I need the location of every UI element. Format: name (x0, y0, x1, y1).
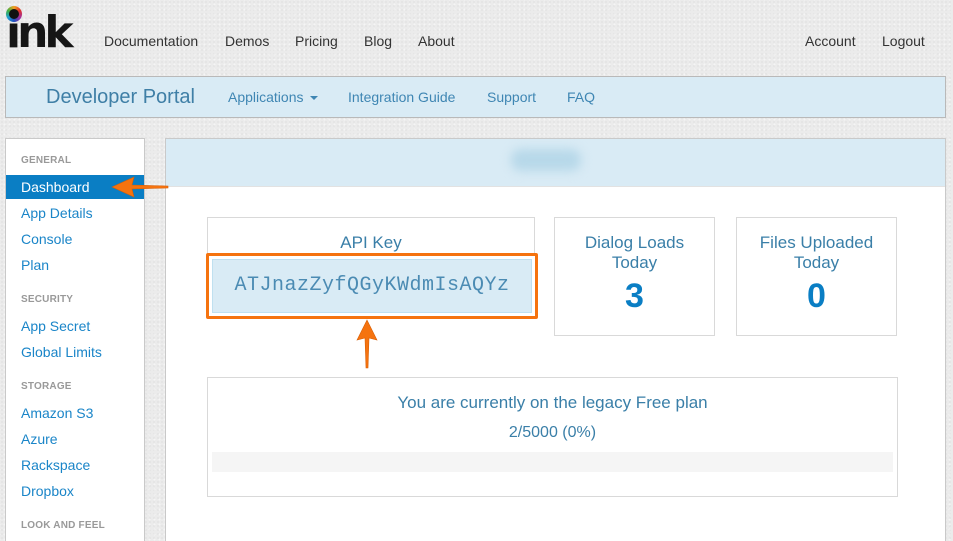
panel-header (166, 139, 945, 187)
dialog-loads-value: 3 (625, 277, 644, 315)
developer-portal-navbar: Developer Portal Applications Integratio… (5, 76, 946, 118)
dialog-loads-card: Dialog Loads Today 3 (554, 217, 715, 336)
subnav-applications-dropdown[interactable]: Applications (228, 89, 318, 105)
sidebar-item-azure[interactable]: Azure (6, 427, 144, 451)
sidebar-section-general: GENERAL (21, 155, 72, 166)
nav-pricing[interactable]: Pricing (295, 33, 338, 49)
dialog-loads-label-line2: Today (611, 253, 658, 272)
redacted-app-title (511, 149, 581, 171)
ink-logo[interactable]: ink (6, 6, 74, 58)
nav-demos[interactable]: Demos (225, 33, 269, 49)
files-uploaded-card: Files Uploaded Today 0 (736, 217, 897, 336)
nav-blog[interactable]: Blog (364, 33, 392, 49)
sidebar-item-plan[interactable]: Plan (6, 253, 144, 277)
sidebar-section-look-and-feel: LOOK AND FEEL (21, 520, 105, 531)
plan-usage-card: You are currently on the legacy Free pla… (207, 377, 898, 497)
subnav-faq[interactable]: FAQ (567, 89, 595, 105)
caret-down-icon (309, 96, 318, 101)
api-key-label: API Key (340, 233, 402, 252)
sidebar-item-amazon-s3[interactable]: Amazon S3 (6, 401, 144, 425)
subnav-applications-label: Applications (228, 89, 304, 105)
api-key-annotation-box: ATJnazZyfQGyKWdmIsAQYz (206, 253, 538, 319)
nav-documentation[interactable]: Documentation (104, 33, 198, 49)
top-navbar: ink Documentation Demos Pricing Blog Abo… (0, 0, 953, 70)
logo-color-wheel-icon (6, 6, 22, 22)
files-uploaded-value: 0 (807, 277, 826, 315)
sidebar-item-global-limits[interactable]: Global Limits (6, 340, 144, 364)
plan-usage-progress-bar (212, 452, 893, 472)
portal-brand[interactable]: Developer Portal (46, 86, 195, 109)
sidebar-item-dropbox[interactable]: Dropbox (6, 479, 144, 503)
files-uploaded-label-line1: Files Uploaded (759, 233, 874, 252)
subnav-integration-guide[interactable]: Integration Guide (348, 89, 455, 105)
sidebar-item-app-secret[interactable]: App Secret (6, 314, 144, 338)
plan-usage-count: 2/5000 (0%) (508, 424, 597, 441)
nav-about[interactable]: About (418, 33, 455, 49)
nav-account[interactable]: Account (805, 33, 856, 49)
subnav-support[interactable]: Support (487, 89, 536, 105)
sidebar-section-security: SECURITY (21, 294, 74, 305)
nav-logout[interactable]: Logout (882, 33, 925, 49)
sidebar-section-storage: STORAGE (21, 381, 72, 392)
api-key-value[interactable]: ATJnazZyfQGyKWdmIsAQYz (212, 259, 532, 313)
annotation-arrow-left-icon (111, 176, 169, 198)
files-uploaded-label-line2: Today (793, 253, 840, 272)
dashboard-panel: API Key ATJnazZyfQGyKWdmIsAQYz Dialog Lo… (165, 138, 946, 541)
annotation-arrow-up-icon (356, 319, 378, 369)
dialog-loads-label-line1: Dialog Loads (584, 233, 685, 252)
sidebar-item-console[interactable]: Console (6, 227, 144, 251)
plan-description: You are currently on the legacy Free pla… (397, 393, 708, 412)
sidebar-item-rackspace[interactable]: Rackspace (6, 453, 144, 477)
sidebar-item-app-details[interactable]: App Details (6, 201, 144, 225)
